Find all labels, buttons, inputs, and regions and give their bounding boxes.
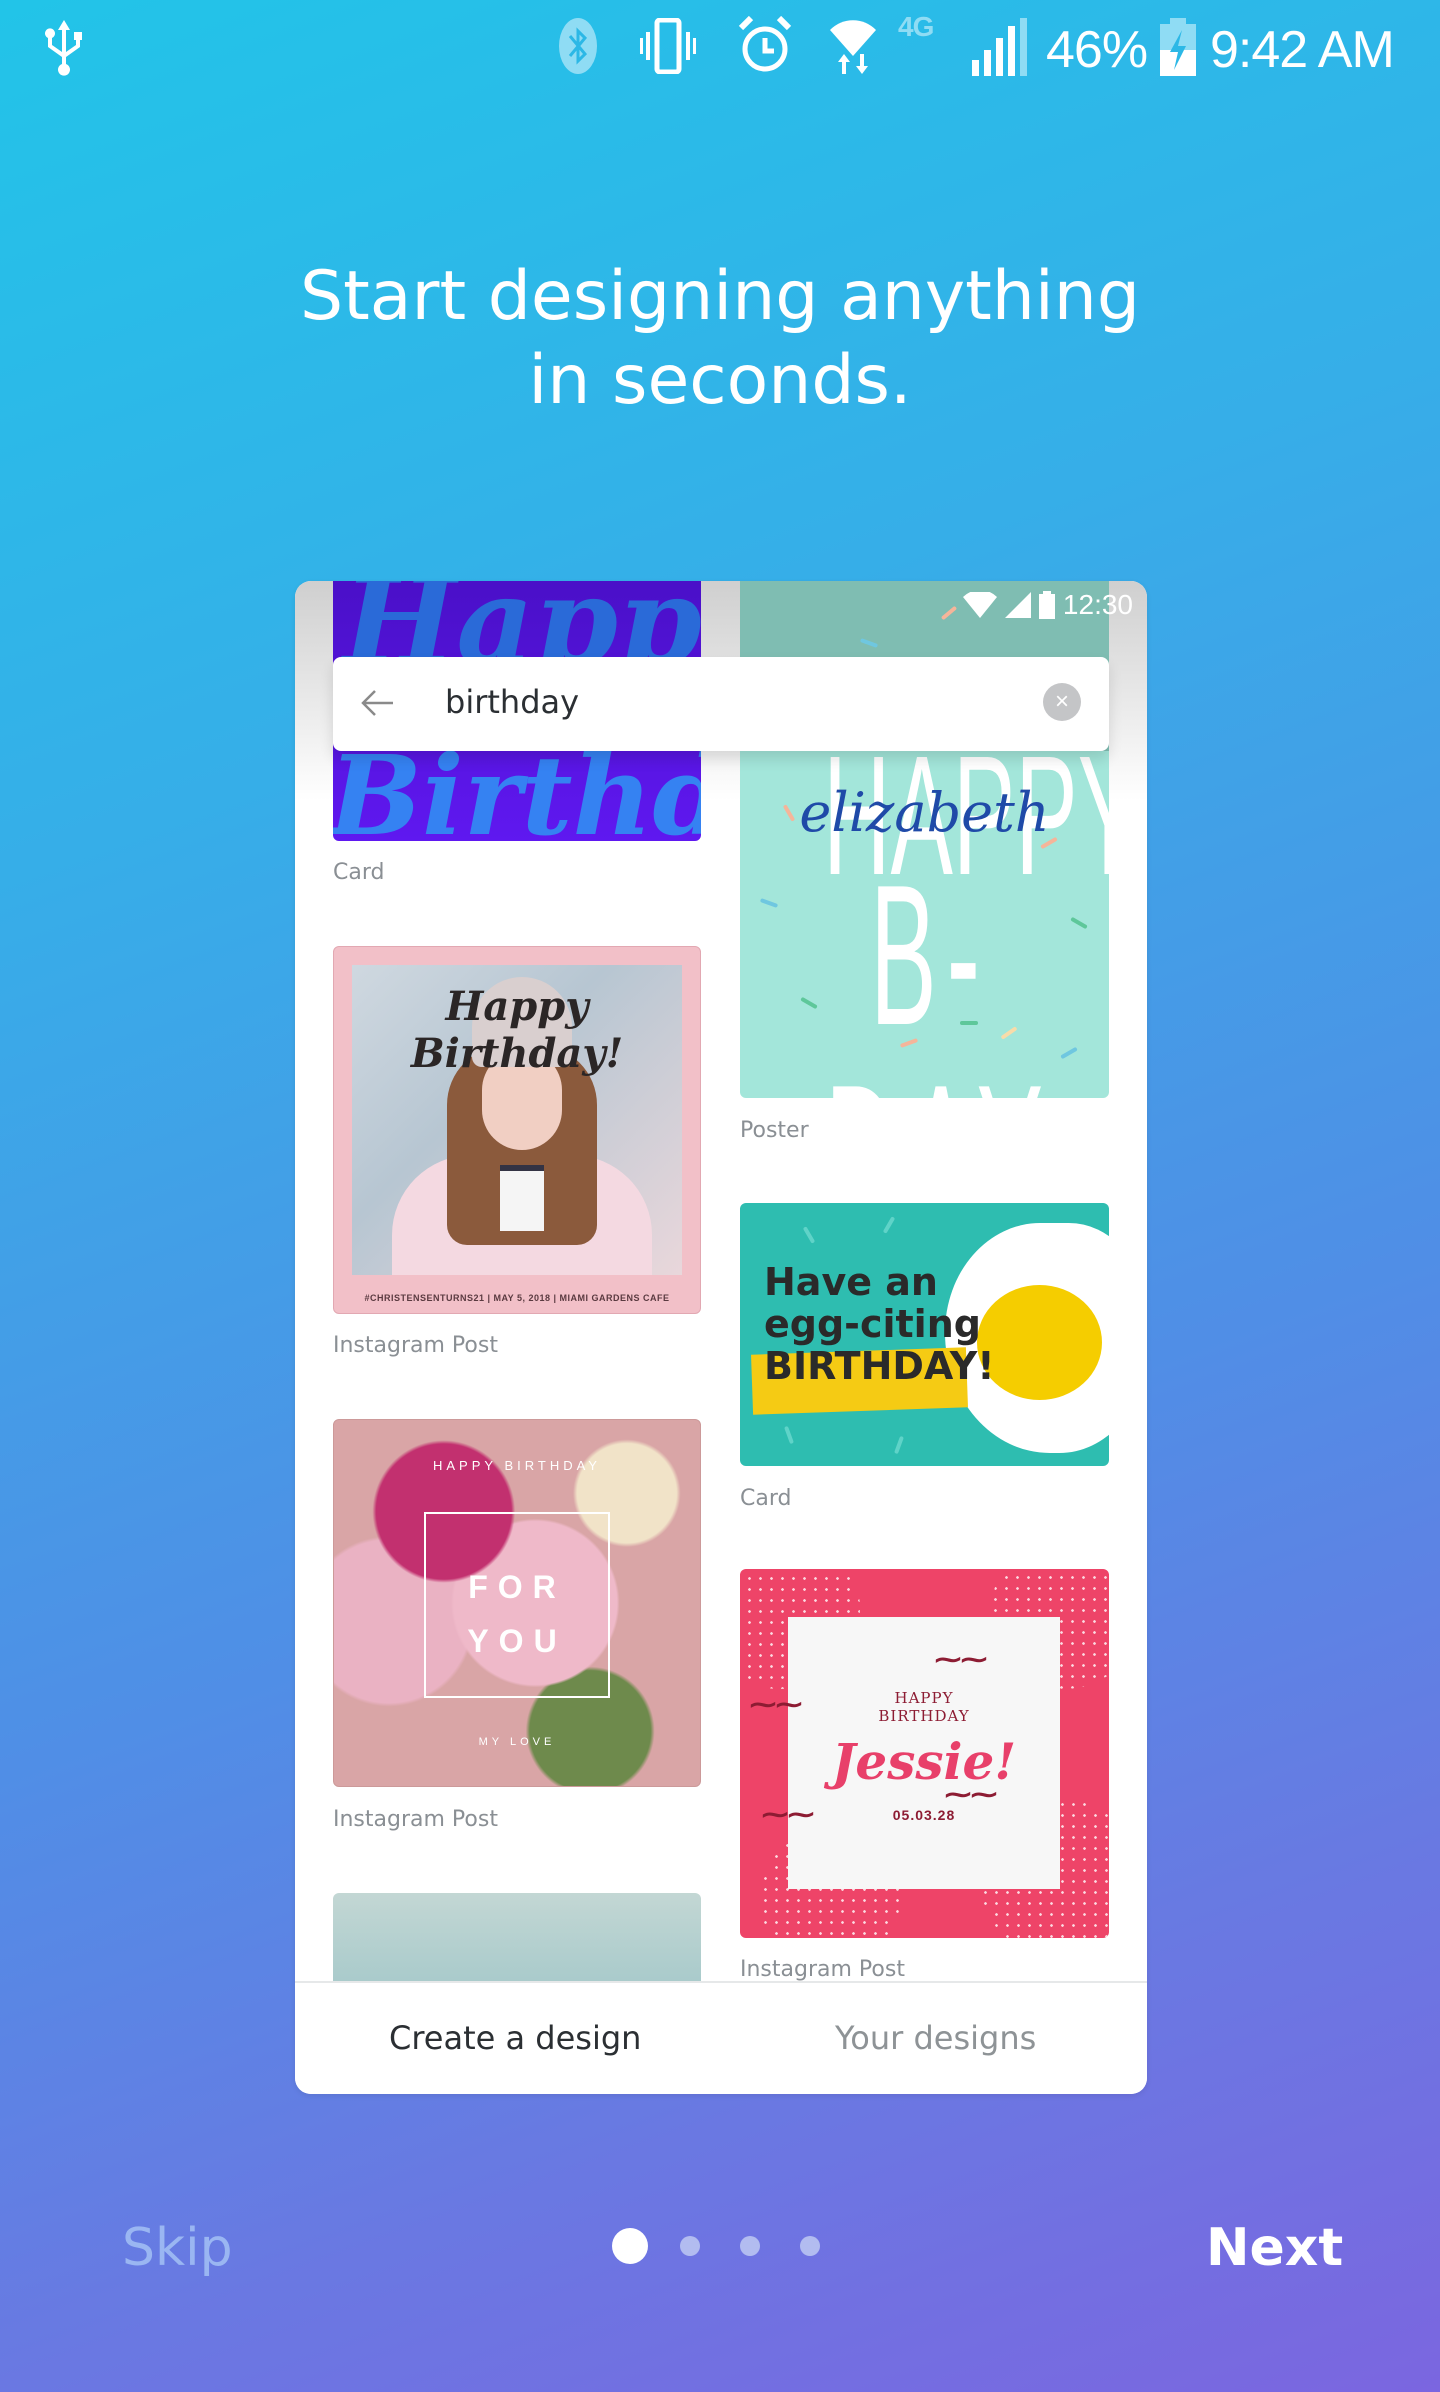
- tab-create-a-design[interactable]: Create a design: [389, 2019, 641, 2057]
- next-button[interactable]: Next: [1206, 2218, 1343, 2278]
- headline-line-1: Start designing anything: [299, 257, 1140, 336]
- title-line: egg-citing: [764, 1302, 981, 1346]
- title-line: BIRTHDAY!: [764, 1344, 995, 1388]
- sprinkle: [1070, 916, 1088, 930]
- page-dot-active[interactable]: [612, 2228, 648, 2264]
- signal-icon: [1004, 592, 1031, 618]
- status-bar: 4G 46% 9:42 AM: [0, 0, 1440, 100]
- subtitle-line: HAPPY: [894, 1689, 954, 1707]
- template-date: 05.03.28: [892, 1807, 956, 1823]
- sprinkle: [800, 996, 818, 1010]
- bluetooth-icon: [558, 16, 598, 81]
- template-type-label: Card: [333, 860, 385, 885]
- preview-clock: 12:30: [1062, 589, 1133, 620]
- battery-icon: [1038, 591, 1055, 619]
- photo-cup: [500, 1165, 544, 1231]
- tab-your-designs[interactable]: Your designs: [835, 2019, 1036, 2057]
- battery-charging-icon: [1160, 18, 1196, 81]
- battery-percent: 46%: [1046, 21, 1148, 79]
- template-subtitle: HAPPY BIRTHDAY: [433, 1458, 601, 1473]
- page-dot[interactable]: [680, 2236, 700, 2256]
- egg-yolk: [977, 1285, 1102, 1400]
- zigzag-decoration: ⁓⁓: [762, 1799, 814, 1829]
- title-line: Have an: [764, 1260, 938, 1304]
- zigzag-decoration: ⁓⁓: [750, 1689, 802, 1719]
- skip-button[interactable]: Skip: [122, 2218, 233, 2278]
- zigzag-decoration: ⁓⁓: [935, 1644, 987, 1674]
- sprinkle: [882, 1216, 896, 1234]
- search-input[interactable]: birthday: [445, 683, 579, 721]
- lte-icon: 4G: [898, 11, 934, 42]
- preview-status-bar: 12:30: [962, 589, 1133, 621]
- vibrate-icon: [640, 17, 696, 79]
- template-photo: Happy Birthday!: [352, 965, 682, 1275]
- template-instagram-happy-birthday[interactable]: Happy Birthday! #CHRISTENSENTURNS21 | MA…: [333, 946, 701, 1314]
- template-type-label: Poster: [740, 1118, 809, 1143]
- onboarding-headline: Start designing anything in seconds.: [0, 255, 1440, 423]
- preview-bottom-nav: Create a design Your designs: [295, 1981, 1147, 2094]
- wifi-icon: [962, 592, 997, 618]
- title-line: YOU: [467, 1623, 567, 1659]
- sprinkle: [894, 1435, 904, 1455]
- template-instagram-for-you[interactable]: HAPPY BIRTHDAY FOR YOU MY LOVE: [333, 1419, 701, 1787]
- sprinkle: [784, 1425, 794, 1445]
- page-dot[interactable]: [800, 2236, 820, 2256]
- page-indicator: [600, 2226, 840, 2266]
- template-partial[interactable]: [333, 1893, 701, 1993]
- template-type-label: Instagram Post: [740, 1957, 905, 1982]
- usb-icon: [42, 18, 86, 81]
- wifi-icon: [828, 16, 878, 81]
- template-footer: MY LOVE: [478, 1736, 556, 1748]
- clock: 9:42 AM: [1210, 21, 1395, 79]
- sprinkle: [1060, 1046, 1078, 1060]
- template-subtitle: HAPPY BIRTHDAY: [788, 1689, 1060, 1725]
- close-circle-icon[interactable]: ×: [1043, 683, 1081, 721]
- zigzag-decoration: ⁓⁓: [945, 1779, 997, 1809]
- signal-icon: [972, 18, 1032, 81]
- headline-line-2: in seconds.: [528, 341, 912, 420]
- template-card-egg[interactable]: Have an egg-citing BIRTHDAY!: [740, 1203, 1109, 1466]
- sprinkle: [802, 1226, 816, 1244]
- template-title: Happy Birthday!: [410, 983, 624, 1077]
- subtitle-line: BIRTHDAY: [878, 1707, 970, 1725]
- template-title: FOR YOU: [334, 1560, 700, 1668]
- poster-title-bottom: B-DAY: [825, 844, 1043, 1099]
- template-caption: #CHRISTENSENTURNS21 | MAY 5, 2018 | MIAM…: [364, 1293, 670, 1303]
- template-instagram-jessie[interactable]: HAPPY BIRTHDAY Jessie! 05.03.28 ⁓⁓ ⁓⁓ ⁓⁓…: [740, 1569, 1109, 1938]
- poster-name: elizabeth: [799, 781, 1050, 844]
- template-panel: HAPPY BIRTHDAY Jessie! 05.03.28: [788, 1617, 1060, 1889]
- alarm-icon: [738, 15, 792, 79]
- search-bar[interactable]: birthday ×: [333, 657, 1109, 751]
- template-title: Jessie!: [831, 1732, 1017, 1791]
- page-dot[interactable]: [740, 2236, 760, 2256]
- template-type-label: Instagram Post: [333, 1333, 498, 1358]
- template-type-label: Card: [740, 1486, 792, 1511]
- template-type-label: Instagram Post: [333, 1807, 498, 1832]
- template-title: Have an egg-citing BIRTHDAY!: [764, 1261, 995, 1387]
- sprinkle: [759, 898, 779, 908]
- arrow-left-icon[interactable]: [357, 683, 397, 723]
- title-line: FOR: [468, 1569, 566, 1605]
- app-preview-frame: Happy Birthday Card HAPPY B-DAY elizabet…: [295, 581, 1147, 2094]
